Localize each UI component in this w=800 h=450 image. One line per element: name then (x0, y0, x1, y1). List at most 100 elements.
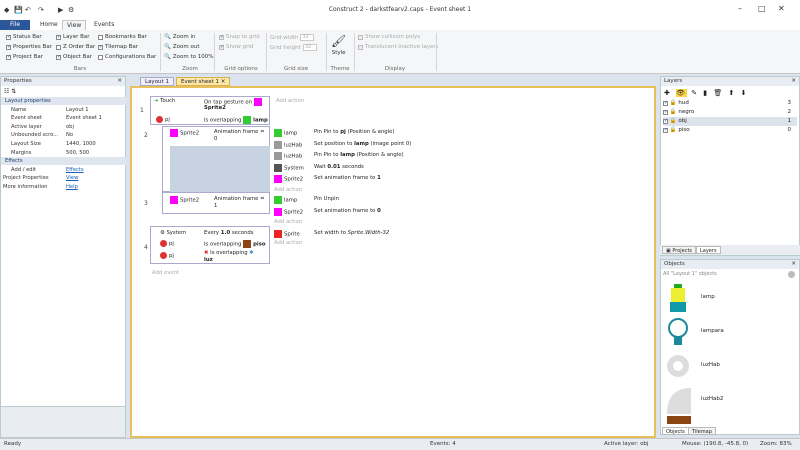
layer-toolbar[interactable]: ✚ 👁 ✎ ▮ 🗑 ⬆ ⬇ (664, 89, 748, 97)
action-object[interactable]: luzHab (274, 140, 302, 149)
action-text[interactable]: Set animation frame to 1 (314, 175, 381, 181)
show-collision-polys-toggle[interactable]: Show collision polys (358, 34, 420, 40)
lock-icon[interactable]: 🔒 (670, 100, 677, 106)
object-item[interactable]: luzHab (665, 350, 795, 384)
layer-bar-toggle[interactable]: ✓ Layer Bar (56, 34, 90, 40)
property-row[interactable]: Project Properties View (1, 174, 126, 182)
objects-header: Objects ✕ (661, 260, 799, 269)
add-action[interactable]: Add action (274, 219, 302, 225)
bookmarks-bar-toggle[interactable]: Bookmarks Bar (98, 34, 147, 40)
add-event[interactable]: Add event (152, 270, 179, 276)
tab-objects[interactable]: Objects (662, 427, 689, 435)
action-object[interactable]: lamp (274, 129, 297, 137)
tab-home[interactable]: Home (36, 20, 62, 30)
action-object[interactable]: Sprite2 (274, 207, 303, 216)
layer-row[interactable]: ✓ 🔒 hud 3 (663, 99, 797, 108)
tab-events[interactable]: Events (90, 20, 118, 30)
project-bar-toggle[interactable]: ✓ Project Bar (6, 54, 43, 60)
snap-to-grid-toggle[interactable]: ✓ Snap to grid (219, 34, 260, 40)
action-object[interactable]: lamp (274, 196, 297, 204)
action-text[interactable]: Pin Pin to lamp (Position & angle) (314, 152, 404, 158)
divider (354, 33, 355, 71)
tab-layers[interactable]: Layers (696, 246, 721, 254)
property-row[interactable]: Add / edit Effects (1, 166, 126, 174)
lock-icon[interactable]: 🔒 (670, 109, 677, 115)
lock-icon[interactable]: 🔒 (670, 118, 677, 124)
property-row[interactable]: Unbounded scro... No (1, 131, 126, 139)
zoom-in-button[interactable]: 🔍 Zoom in (164, 34, 195, 40)
action-text[interactable]: Set animation frame to 0 (314, 208, 381, 214)
layer-row[interactable]: ✓ 🔒 piso 0 (663, 126, 797, 135)
translucent-layers-toggle[interactable]: Translucent inactive layers (358, 44, 439, 50)
add-action[interactable]: Add action (274, 187, 302, 193)
lock-icon[interactable]: 🔒 (670, 127, 677, 133)
style-button[interactable]: 🖌 Style (331, 34, 346, 56)
action-object[interactable]: System (274, 163, 304, 172)
grid-height-field[interactable]: Grid height 32 (270, 44, 317, 51)
tab-layout-1[interactable]: Layout 1 (140, 77, 174, 86)
luzhab2-icon (667, 388, 691, 414)
document-tabs: Layout 1 Event sheet 1 ✕ (130, 77, 656, 86)
eye-icon[interactable]: 👁 (676, 89, 687, 97)
layer-visible-checkbox[interactable]: ✓ (663, 101, 668, 106)
layer-row[interactable]: ✓ 🔒 obj 1 (663, 117, 797, 126)
layer-visible-checkbox[interactable]: ✓ (663, 128, 668, 133)
invert-icon: ✖ (204, 250, 209, 256)
action-text[interactable]: Pin Pin to pj (Position & angle) (314, 129, 394, 135)
action-text[interactable]: Pin Unpin (314, 196, 339, 202)
show-grid-toggle[interactable]: ✓ Show grid (219, 44, 253, 50)
close-button[interactable]: ✕ (778, 4, 785, 13)
maximize-button[interactable]: □ (758, 4, 766, 13)
object-item[interactable]: lampara (665, 316, 795, 350)
add-action[interactable]: Add action (276, 98, 304, 104)
tab-event-sheet-1[interactable]: Event sheet 1 ✕ (176, 77, 231, 86)
layer-visible-checkbox[interactable]: ✓ (663, 119, 668, 124)
action-text[interactable]: Set position to lamp (image point 0) (314, 141, 411, 147)
tab-tilemap[interactable]: Tilemap (688, 427, 716, 435)
layer-row[interactable]: ✓ 🔒 negro 2 (663, 108, 797, 117)
lamp-icon (670, 284, 686, 312)
event-1-cond2-object: pj (156, 116, 170, 123)
tilemap-object-icon[interactable] (667, 416, 691, 424)
object-item[interactable]: lamp (665, 282, 795, 316)
event-number: 2 (144, 132, 148, 139)
property-row[interactable]: Event sheet Event sheet 1 (1, 114, 126, 122)
layer-name: piso (678, 127, 690, 133)
property-link[interactable]: View (66, 174, 78, 182)
property-link[interactable]: Effects (66, 166, 84, 174)
properties-bar-toggle[interactable]: ✓ Properties Bar (6, 44, 52, 50)
zoom-out-button[interactable]: 🔍 Zoom out (164, 44, 199, 50)
tab-projects[interactable]: ▣ Projects (662, 246, 697, 254)
property-key: Layout properties (5, 98, 51, 104)
zoom-100-button[interactable]: 🔍 Zoom to 100% (164, 54, 213, 60)
configurations-bar-toggle[interactable]: Configurations Bar (98, 54, 156, 60)
grid-width-field[interactable]: Grid width 32 (270, 34, 315, 41)
tab-file[interactable]: File (0, 20, 30, 30)
layer-visible-checkbox[interactable]: ✓ (663, 110, 668, 115)
tab-view[interactable]: View (62, 20, 87, 30)
panel-close-icon[interactable]: ✕ (791, 260, 796, 269)
add-object-icon[interactable] (788, 271, 795, 278)
object-bar-toggle[interactable]: ✓ Object Bar (56, 54, 92, 60)
action-object[interactable]: Sprite2 (274, 175, 303, 183)
property-row[interactable]: Layout Size 1440, 1000 (1, 140, 126, 148)
z-order-bar-toggle[interactable]: Z Order Bar (56, 44, 95, 50)
property-link[interactable]: Help (66, 183, 78, 191)
property-row[interactable]: Active layer obj (1, 123, 126, 131)
sort-icons[interactable]: ☷ ⇅ (4, 88, 16, 95)
object-item[interactable]: luzHab2 (665, 384, 795, 418)
property-row[interactable]: Name Layout 1 (1, 106, 126, 114)
tilemap-bar-toggle[interactable]: ✓ Tilemap Bar (98, 44, 138, 50)
property-row[interactable]: More information Help (1, 183, 126, 191)
panel-close-icon[interactable]: ✕ (791, 77, 796, 86)
add-action[interactable]: Add action (274, 240, 302, 246)
minimize-button[interactable]: – (738, 4, 742, 13)
objects-filter[interactable]: All "Layout 1" objects (663, 271, 717, 277)
action-object[interactable]: luzHab (274, 152, 302, 160)
property-row[interactable]: Margins 500, 500 (1, 149, 126, 157)
status-bar-toggle[interactable]: ✓ Status Bar (6, 34, 42, 40)
panel-close-icon[interactable]: ✕ (117, 77, 122, 86)
luzhab-icon (274, 140, 282, 149)
status-zoom: Zoom: 83% (760, 441, 792, 447)
action-text[interactable]: Wait 0.01 seconds (314, 164, 364, 170)
